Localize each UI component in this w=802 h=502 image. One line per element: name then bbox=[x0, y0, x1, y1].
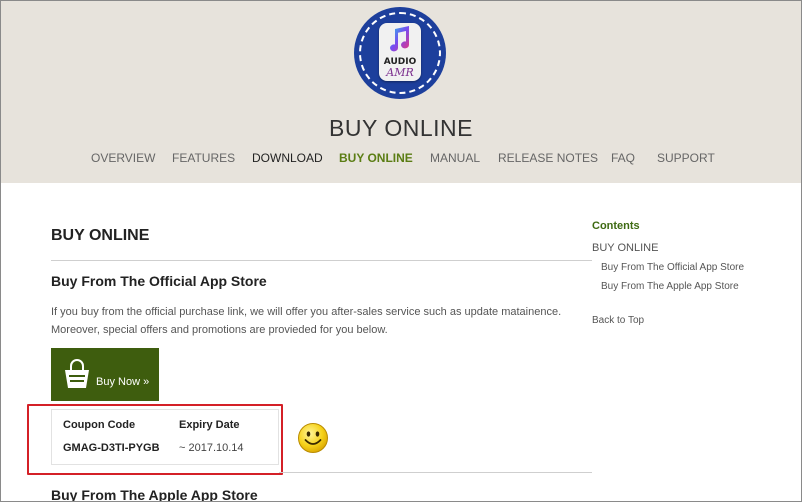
back-to-top-link[interactable]: Back to Top bbox=[592, 315, 644, 326]
nav-release-notes[interactable]: RELEASE NOTES bbox=[498, 151, 598, 165]
toc-link-official-store[interactable]: Buy From The Official App Store bbox=[601, 262, 744, 273]
nav-overview[interactable]: OVERVIEW bbox=[91, 151, 155, 165]
app-logo[interactable]: AUDIO AMR bbox=[354, 7, 446, 99]
browser-frame: AUDIO AMR BUY ONLINE OVERVIEW FEATURES D… bbox=[0, 0, 802, 502]
divider bbox=[51, 260, 592, 261]
toc-link-buy-online[interactable]: BUY ONLINE bbox=[592, 242, 658, 254]
smiley-face-icon bbox=[298, 423, 328, 453]
toc-link-apple-store[interactable]: Buy From The Apple App Store bbox=[601, 281, 739, 292]
official-description: If you buy from the official purchase li… bbox=[51, 306, 562, 336]
coupon-highlight-box bbox=[27, 404, 283, 475]
page-title: BUY ONLINE bbox=[329, 115, 473, 141]
divider bbox=[279, 472, 592, 473]
buy-now-label: Buy Now bbox=[96, 376, 141, 388]
nav-buy-online[interactable]: BUY ONLINE bbox=[339, 151, 413, 165]
nav-faq[interactable]: FAQ bbox=[611, 151, 635, 165]
toc-title: Contents bbox=[592, 220, 640, 232]
nav-support[interactable]: SUPPORT bbox=[657, 151, 715, 165]
nav-features[interactable]: FEATURES bbox=[172, 151, 235, 165]
buy-now-button[interactable]: Buy Now » bbox=[51, 348, 159, 401]
heading-apple-store: Buy From The Apple App Store bbox=[51, 487, 258, 502]
logo-text-amr: AMR bbox=[386, 66, 414, 79]
main-nav: OVERVIEW FEATURES DOWNLOAD BUY ONLINE MA… bbox=[1, 151, 801, 167]
shopping-bag-icon bbox=[65, 359, 89, 388]
section-heading-buy-online: BUY ONLINE bbox=[51, 227, 150, 244]
nav-download[interactable]: DOWNLOAD bbox=[252, 151, 323, 165]
heading-official-store: Buy From The Official App Store bbox=[51, 273, 267, 289]
double-chevron-right-icon: » bbox=[143, 376, 150, 388]
music-note-icon bbox=[390, 26, 409, 52]
nav-manual[interactable]: MANUAL bbox=[430, 151, 480, 165]
site-header: AUDIO AMR BUY ONLINE OVERVIEW FEATURES D… bbox=[1, 1, 801, 183]
logo-tile: AUDIO AMR bbox=[379, 23, 421, 81]
